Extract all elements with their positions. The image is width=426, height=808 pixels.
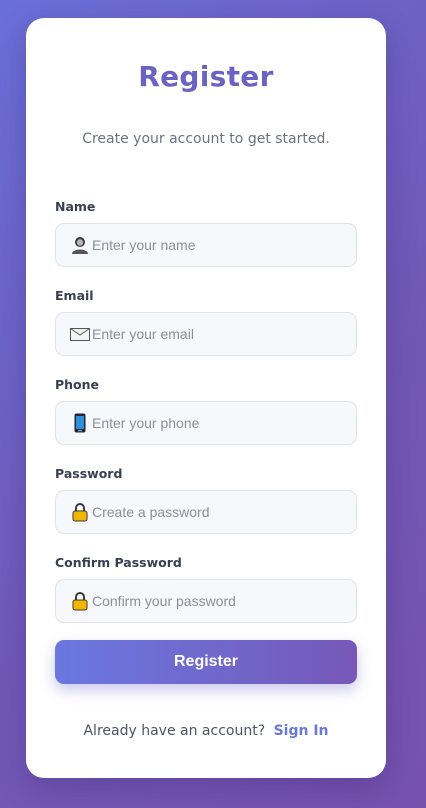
page-title: Register xyxy=(138,60,274,93)
signin-link[interactable]: Sign In xyxy=(274,723,329,739)
phone-field[interactable] xyxy=(55,401,357,445)
phone-label: Phone xyxy=(55,377,100,392)
confirm-password-label: Confirm Password xyxy=(55,555,182,570)
signin-prompt: Already have an account? Sign In xyxy=(26,723,386,739)
email-label: Email xyxy=(55,288,94,303)
lock-icon xyxy=(72,592,88,611)
confirm-password-field[interactable] xyxy=(55,579,357,623)
password-input[interactable] xyxy=(92,491,348,533)
name-input[interactable] xyxy=(92,224,348,266)
user-icon xyxy=(72,237,88,254)
password-label: Password xyxy=(55,466,123,481)
email-input[interactable] xyxy=(92,313,348,355)
page-subtitle: Create your account to get started. xyxy=(82,131,330,147)
password-field[interactable] xyxy=(55,490,357,534)
register-button[interactable]: Register xyxy=(55,640,357,684)
phone-input[interactable] xyxy=(92,402,348,444)
name-field[interactable] xyxy=(55,223,357,267)
envelope-icon xyxy=(70,328,90,341)
signin-prompt-text: Already have an account? xyxy=(83,723,266,739)
name-label: Name xyxy=(55,199,96,214)
register-card: Register Create your account to get star… xyxy=(26,18,386,778)
confirm-password-input[interactable] xyxy=(92,580,348,622)
phone-icon xyxy=(74,413,86,433)
email-field[interactable] xyxy=(55,312,357,356)
lock-icon xyxy=(72,503,88,522)
